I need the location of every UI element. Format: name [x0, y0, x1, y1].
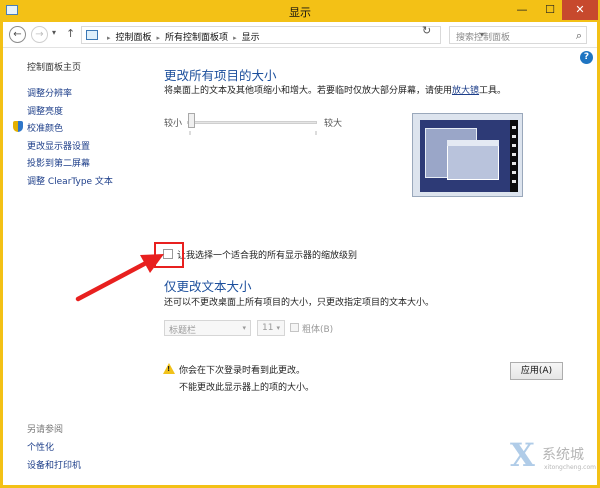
breadcrumb-all-items[interactable]: 所有控制面板项: [165, 33, 228, 43]
search-placeholder: 搜索控制面板: [456, 33, 511, 43]
preview-tile: [512, 153, 516, 156]
see-also-heading: 另请参阅: [27, 425, 64, 435]
breadcrumb-display[interactable]: 显示: [242, 33, 260, 43]
preview-tile: [512, 180, 516, 183]
sidebar: 控制面板主页 调整分辨率 调整亮度 校准颜色 更改显示器设置 投影到第二屏幕 调…: [13, 60, 147, 192]
address-bar[interactable]: ▸ 控制面板 ▸ 所有控制面板项 ▸ 显示 ▾: [81, 26, 484, 44]
slider-ticks: [189, 131, 317, 135]
preview-tile: [512, 126, 516, 129]
warning-exclamation: !: [167, 365, 171, 373]
chevron-down-icon: ▾: [276, 324, 280, 332]
control-panel-icon: [86, 30, 98, 40]
item-select[interactable]: 标题栏 ▾: [164, 320, 251, 336]
shield-icon: [13, 121, 23, 132]
text-only-heading: 仅更改文本大小: [164, 279, 252, 294]
watermark-x-icon: X: [510, 436, 535, 474]
search-icon[interactable]: ⌕: [576, 29, 582, 43]
close-button[interactable]: ✕: [562, 0, 598, 20]
apply-button[interactable]: 应用(A): [510, 362, 563, 380]
sidebar-item-resolution[interactable]: 调整分辨率: [27, 86, 147, 104]
sidebar-item-cleartype[interactable]: 调整 ClearType 文本: [27, 174, 147, 192]
up-button[interactable]: ↑: [66, 27, 75, 40]
slider-min-label: 较小: [164, 119, 183, 129]
preview-tile: [512, 171, 516, 174]
change-all-size-description: 将桌面上的文本及其他项缩小和增大。若要临时仅放大部分屏幕，请使用放大镜工具。: [164, 83, 506, 96]
display-preview-image: [412, 113, 523, 197]
sidebar-item-calibrate[interactable]: 校准颜色: [13, 121, 147, 139]
maximize-button[interactable]: ☐: [536, 0, 564, 20]
warning-message-2: 不能更改此显示器上的项的大小。: [179, 383, 315, 393]
preview-window-titlebar: [447, 140, 499, 146]
description-text-end: 工具。: [479, 86, 507, 96]
custom-scaling-label[interactable]: 让我选择一个适合我的所有显示器的缩放级别: [177, 248, 357, 261]
search-input[interactable]: 搜索控制面板 ⌕: [449, 26, 587, 44]
annotation-arrow-icon: [75, 254, 164, 302]
watermark-text: 系统城: [542, 447, 584, 463]
slider-max-label: 较大: [324, 119, 343, 129]
forward-button[interactable]: →: [31, 26, 48, 43]
recent-locations-chevron-icon[interactable]: ▾: [52, 28, 56, 37]
breadcrumb-separator-icon: ▸: [107, 34, 111, 42]
description-text: 将桌面上的文本及其他项缩小和增大。若要临时仅放大部分屏幕，请使用: [164, 86, 453, 96]
size-slider-thumb[interactable]: [188, 113, 195, 128]
arrow-shaft: [75, 260, 149, 302]
font-size-value: 11: [262, 323, 274, 333]
change-all-size-heading: 更改所有项目的大小: [164, 68, 277, 83]
navigation-bar: ← → ▾ ↑ ▸ 控制面板 ▸ 所有控制面板项 ▸ 显示 ▾ ↻ 搜索控制面板 ⌕: [3, 22, 597, 48]
breadcrumb-separator-icon[interactable]: ▸: [233, 34, 237, 42]
site-watermark-logo: X 系统城 xitongcheng.com: [510, 436, 596, 482]
breadcrumb-separator-icon[interactable]: ▸: [157, 34, 161, 42]
back-button[interactable]: ←: [9, 26, 26, 43]
bold-checkbox[interactable]: [290, 323, 299, 332]
font-size-select[interactable]: 11 ▾: [257, 320, 285, 336]
refresh-button[interactable]: ↻: [422, 24, 431, 37]
magnifier-link[interactable]: 放大镜: [452, 86, 479, 96]
breadcrumb-control-panel[interactable]: 控制面板: [116, 33, 152, 43]
sidebar-item-display-settings[interactable]: 更改显示器设置: [27, 139, 147, 157]
sidebar-item-project[interactable]: 投影到第二屏幕: [27, 156, 147, 174]
bold-label[interactable]: 粗体(B): [302, 322, 333, 335]
preview-tile: [512, 135, 516, 138]
help-icon[interactable]: ?: [580, 51, 593, 64]
preview-tile: [512, 162, 516, 165]
sidebar-item-brightness[interactable]: 调整亮度: [27, 104, 147, 122]
breadcrumb: ▸ 控制面板 ▸ 所有控制面板项 ▸ 显示: [102, 30, 260, 43]
chevron-down-icon: ▾: [242, 324, 246, 332]
sidebar-item-home[interactable]: 控制面板主页: [27, 60, 147, 73]
see-also-personalization[interactable]: 个性化: [27, 440, 54, 453]
title-bar[interactable]: 显示 — ☐ ✕: [0, 0, 600, 22]
preview-tile: [512, 144, 516, 147]
see-also-devices-printers[interactable]: 设备和打印机: [27, 458, 81, 471]
watermark-url: xitongcheng.com: [544, 464, 596, 471]
preview-window-front: [447, 140, 499, 180]
size-slider-track[interactable]: [187, 121, 317, 124]
minimize-button[interactable]: —: [508, 0, 536, 20]
sidebar-item-label: 校准颜色: [27, 124, 64, 134]
warning-message-1: 你会在下次登录时看到此更改。: [179, 366, 306, 376]
window-border-left: [0, 22, 3, 488]
text-only-description: 还可以不更改桌面上所有项目的大小，只更改指定项目的文本大小。: [164, 298, 435, 308]
item-select-value: 标题栏: [169, 326, 197, 336]
